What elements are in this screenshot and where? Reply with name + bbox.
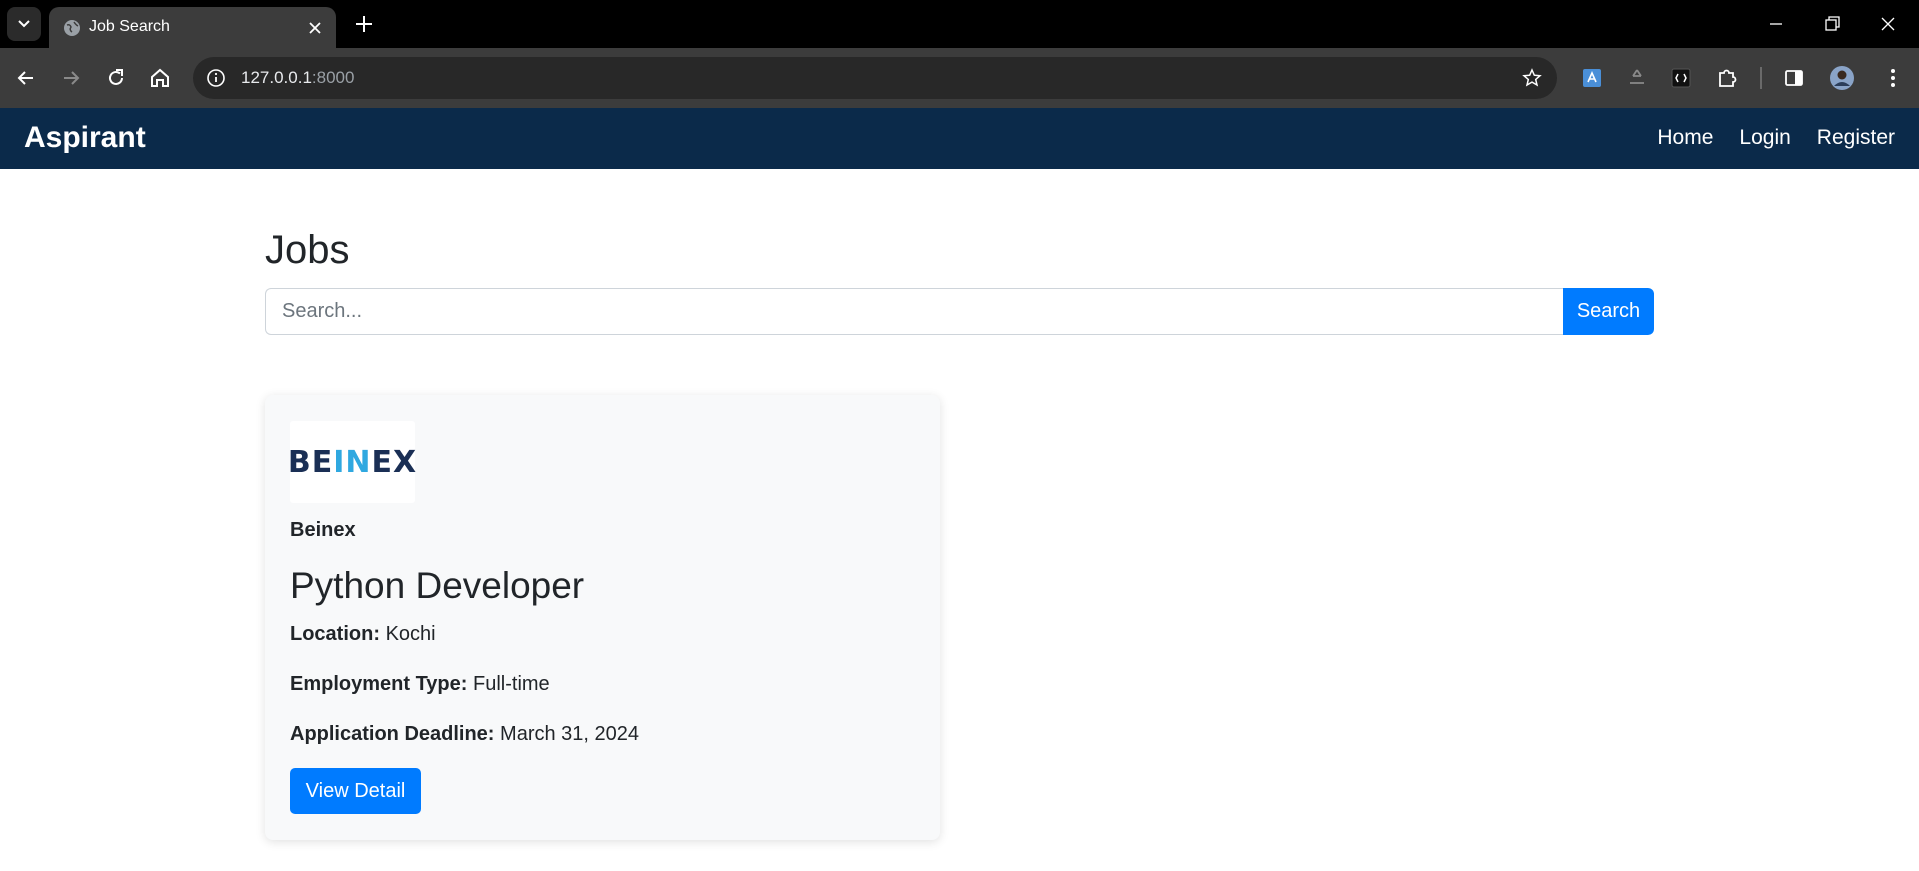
company-logo-wordmark: BEINEX <box>287 444 418 480</box>
side-panel-icon[interactable] <box>1781 65 1807 91</box>
company-name: Beinex <box>290 519 356 541</box>
nav-link-register[interactable]: Register <box>1817 126 1895 150</box>
view-detail-button[interactable]: View Detail <box>290 768 421 814</box>
page-title: Jobs <box>265 228 350 272</box>
profile-avatar-icon[interactable] <box>1829 65 1855 91</box>
browser-toolbar: 127.0.0.1:8000 <box>0 48 1919 108</box>
job-deadline-label: Application Deadline: <box>290 723 495 745</box>
job-title: Python Developer <box>290 565 585 606</box>
translate-extension-icon[interactable] <box>1579 65 1605 91</box>
home-icon[interactable] <box>147 65 173 91</box>
browser-tab[interactable]: Job Search <box>49 7 336 48</box>
close-icon[interactable] <box>306 19 324 37</box>
bookmark-star-icon[interactable] <box>1521 67 1543 89</box>
minimize-icon[interactable] <box>1765 13 1787 35</box>
search-input[interactable] <box>265 288 1563 335</box>
window-close-icon[interactable] <box>1877 13 1899 35</box>
tab-title: Job Search <box>89 18 170 35</box>
job-deadline: Application Deadline: March 31, 2024 <box>290 723 639 746</box>
url-text: 127.0.0.1:8000 <box>241 68 355 87</box>
tab-search-button[interactable] <box>7 7 41 41</box>
job-card: BEINEX Beinex Python Developer Location:… <box>265 395 940 840</box>
forward-arrow-icon[interactable] <box>58 65 84 91</box>
job-employment-type: Employment Type: Full-time <box>290 673 550 696</box>
job-deadline-value: March 31, 2024 <box>500 723 640 745</box>
job-employment-type-value: Full-time <box>473 673 550 695</box>
restore-icon[interactable] <box>1821 13 1843 35</box>
code-extension-icon[interactable] <box>1668 65 1694 91</box>
site-navbar: Aspirant Home Login Register <box>0 108 1919 169</box>
reload-icon[interactable] <box>103 65 129 91</box>
address-bar[interactable]: 127.0.0.1:8000 <box>193 57 1557 99</box>
chevron-down-icon <box>18 20 30 28</box>
job-location-label: Location: <box>290 623 380 645</box>
search-form: Search <box>265 288 1654 335</box>
back-arrow-icon[interactable] <box>13 65 39 91</box>
nav-link-home[interactable]: Home <box>1657 126 1713 150</box>
job-employment-type-label: Employment Type: <box>290 673 468 695</box>
nav-links: Home Login Register <box>1657 126 1895 150</box>
globe-icon <box>64 20 80 36</box>
job-location-value: Kochi <box>385 623 436 645</box>
site-info-icon[interactable] <box>205 67 227 89</box>
toolbar-divider <box>1760 67 1762 89</box>
new-tab-icon[interactable] <box>353 13 375 35</box>
extensions-puzzle-icon[interactable] <box>1714 65 1740 91</box>
recycle-extension-icon[interactable] <box>1624 65 1650 91</box>
more-menu-icon[interactable] <box>1880 65 1906 91</box>
job-location: Location: Kochi <box>290 623 436 646</box>
browser-tab-bar: Job Search <box>0 0 1919 48</box>
company-logo: BEINEX <box>287 421 418 503</box>
nav-link-login[interactable]: Login <box>1739 126 1790 150</box>
search-button[interactable]: Search <box>1563 288 1654 335</box>
brand-logo[interactable]: Aspirant <box>24 121 146 155</box>
